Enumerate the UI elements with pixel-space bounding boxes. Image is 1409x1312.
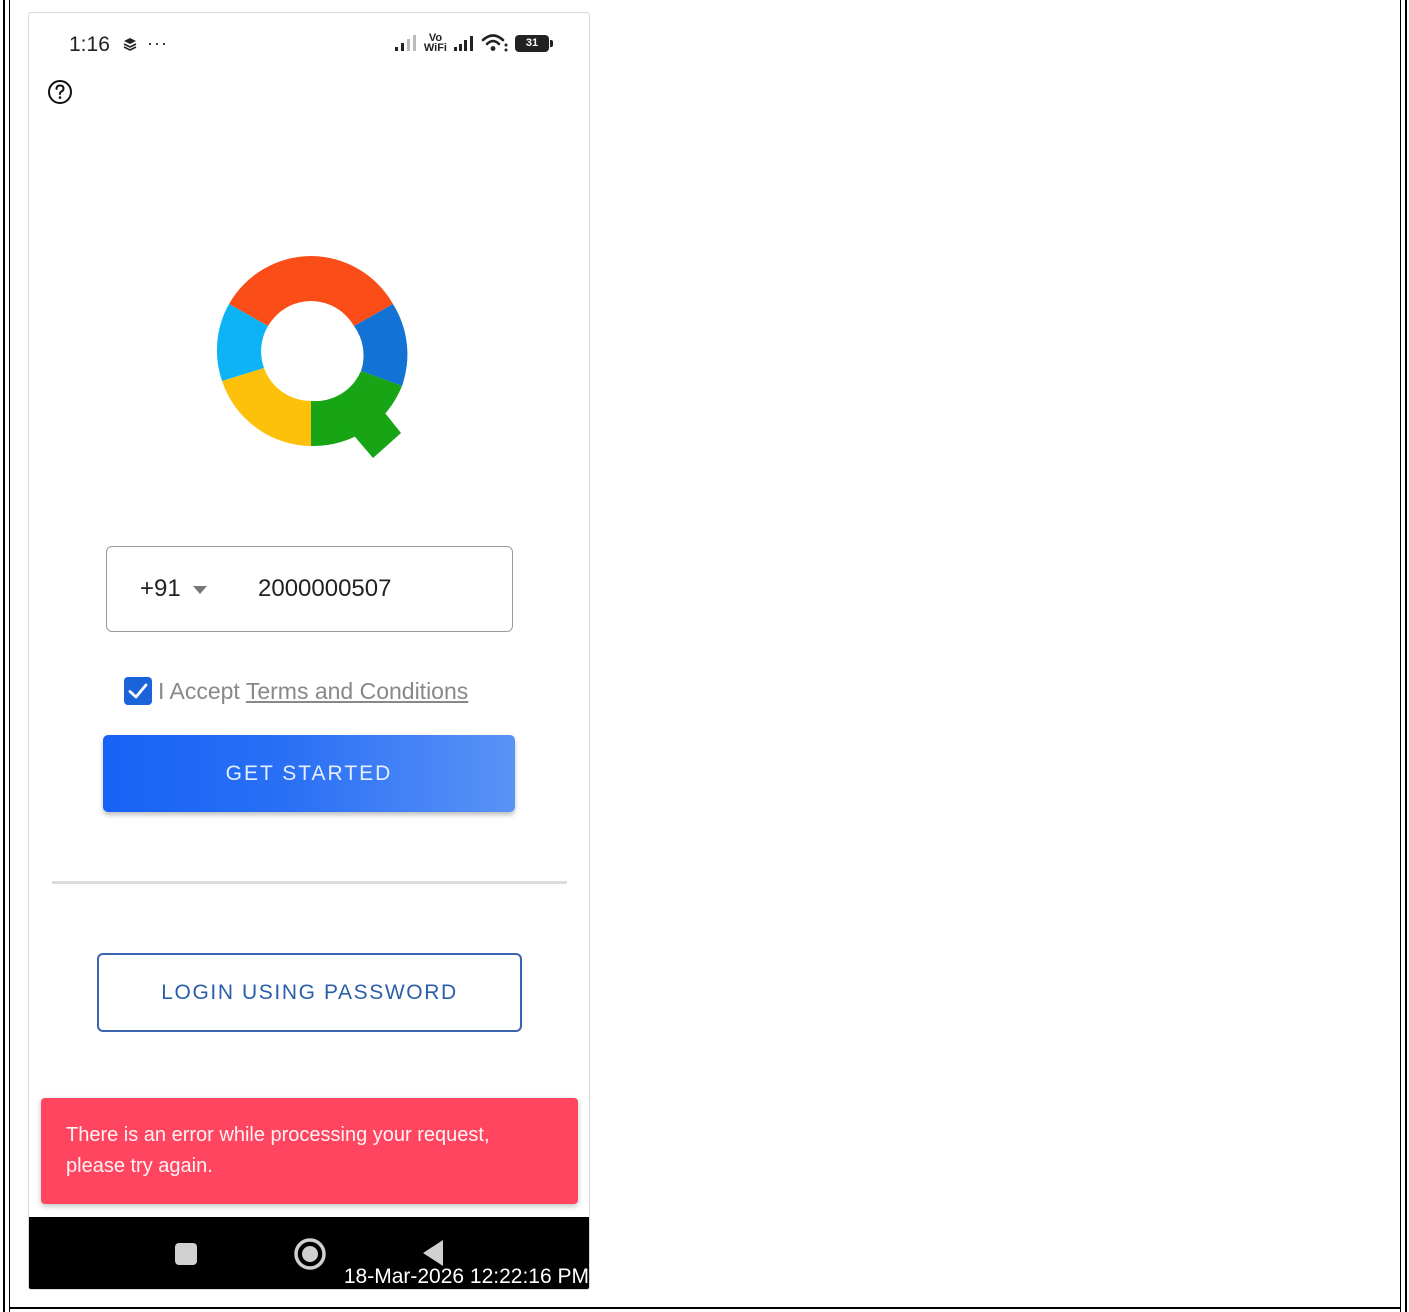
frame-border-right (1405, 0, 1407, 1312)
check-icon (128, 683, 148, 699)
terms-prefix: I Accept (158, 677, 240, 704)
screenshot-frame: 1:16 ··· Vo WiFi 31 +91 2000000507 I Acc… (0, 0, 1409, 1312)
error-message-line-1: There is an error while processing your … (66, 1124, 490, 1146)
terms-checkbox[interactable] (124, 677, 152, 705)
phone-input-field[interactable]: +91 (106, 546, 513, 632)
frame-border-right-inner (1400, 0, 1401, 1312)
signal-icon (394, 35, 416, 51)
help-circle-icon[interactable] (47, 79, 73, 105)
status-right-icons: Vo WiFi 31 (394, 33, 553, 54)
frame-border-left (3, 0, 5, 1312)
status-left-icons: ··· (123, 33, 168, 54)
status-time: 1:16 (69, 33, 110, 56)
get-started-button[interactable]: GET STARTED (103, 735, 515, 812)
terms-link[interactable]: Terms and Conditions (246, 678, 468, 705)
vowifi-bottom: WiFi (423, 42, 447, 54)
logo-segment-yellow (222, 368, 311, 446)
login-using-password-button[interactable]: LOGIN USING PASSWORD (97, 953, 522, 1032)
country-code-value: +91 (140, 575, 181, 602)
country-code-select[interactable]: +91 (140, 575, 207, 603)
error-toast: There is an error while processing your … (41, 1098, 578, 1204)
back-icon[interactable] (421, 1239, 445, 1267)
error-message-line-2: please try again. (66, 1155, 213, 1177)
wifi-icon (481, 34, 508, 52)
divider (52, 881, 567, 884)
phone-number-input[interactable] (258, 575, 478, 603)
more-dots-icon: ··· (147, 33, 168, 53)
battery-icon: 31 (515, 34, 553, 52)
phone-screen: 1:16 ··· Vo WiFi 31 +91 2000000507 I Acc… (28, 12, 590, 1290)
navigation-bar: 18-Mar-2026 12:22:16 PM (29, 1217, 589, 1289)
recents-icon[interactable] (175, 1243, 197, 1265)
terms-row: I Accept Terms and Conditions (124, 677, 468, 705)
frame-border-left-inner (9, 0, 10, 1312)
chevron-down-icon (192, 586, 207, 594)
signal-icon-2 (454, 36, 473, 51)
vowifi-icon: Vo WiFi (423, 33, 447, 54)
capture-timestamp: 18-Mar-2026 12:22:16 PM (343, 1265, 589, 1288)
layers-icon (123, 37, 137, 51)
home-icon[interactable] (293, 1237, 327, 1271)
frame-border-bottom (9, 1307, 1401, 1309)
q-logo (216, 256, 408, 458)
